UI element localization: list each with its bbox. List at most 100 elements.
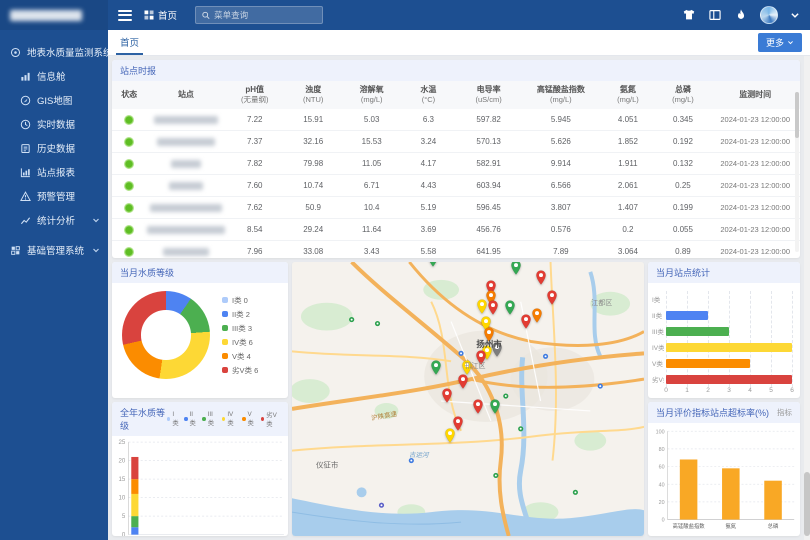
- shirt-icon[interactable]: [682, 8, 696, 22]
- sidebar-section-main[interactable]: 地表水质量监测系统: [0, 40, 108, 64]
- more-button-label: 更多: [766, 36, 784, 49]
- sidebar-item-label: 历史数据: [37, 141, 75, 155]
- dashboard-content: 站点时报 状态站点pH值(无量纲)浊度(NTU)溶解氧(mg/L)水温(°C)电…: [108, 56, 810, 540]
- layout-icon[interactable]: [708, 8, 722, 22]
- hbar-row: 劣V类: [666, 371, 792, 387]
- page-scrollbar[interactable]: [804, 56, 810, 540]
- status-dot: [124, 137, 134, 147]
- menu-search: [195, 6, 323, 24]
- station-pin-orange[interactable]: [484, 327, 495, 342]
- station-pin-red[interactable]: [535, 270, 546, 285]
- legend-item[interactable]: 劣V类 6: [222, 363, 258, 377]
- exceedance-chart: 020406080100高锰酸盐指数氨氮总磷: [648, 423, 800, 536]
- station-pin-red[interactable]: [457, 374, 468, 389]
- sidebar-item-4[interactable]: 历史数据: [0, 136, 108, 160]
- metric-value: 570.13: [456, 137, 521, 146]
- topbar: 首页: [108, 0, 810, 30]
- svg-text:0: 0: [662, 518, 665, 524]
- sidebar-item-7[interactable]: 统计分析: [0, 208, 108, 232]
- sidebar-item-3[interactable]: 实时数据: [0, 112, 108, 136]
- chevron-down-icon: [787, 39, 794, 46]
- metric-value: 7.22: [226, 115, 284, 124]
- legend-item[interactable]: II类: [184, 411, 197, 427]
- legend-item[interactable]: V类: [242, 411, 256, 427]
- annual-quality-panel: 全年水质等级 I类II类III类IV类V类劣V类 051015202512345…: [112, 402, 288, 536]
- user-avatar[interactable]: [760, 6, 778, 24]
- metric-value: 4.17: [401, 159, 456, 168]
- metric-value: 0.576: [521, 225, 600, 234]
- column-header: 电导率(uS/cm): [456, 85, 521, 104]
- metric-value: 4.051: [600, 115, 655, 124]
- legend-item[interactable]: IV类: [222, 411, 237, 427]
- exceedance-link[interactable]: 指标: [777, 407, 792, 418]
- annual-quality-chart: 0510152025123456789101112: [112, 436, 288, 536]
- legend-item[interactable]: IV类 6: [222, 335, 258, 349]
- station-name-redacted: [147, 226, 225, 234]
- sidebar-item-label: GIS地图: [37, 93, 72, 107]
- legend-item[interactable]: 劣V类: [261, 410, 280, 428]
- sidebar-item-2[interactable]: GIS地图: [0, 88, 108, 112]
- breadcrumb[interactable]: 首页: [144, 8, 177, 22]
- hamburger-icon[interactable]: [118, 7, 132, 23]
- station-pin-green[interactable]: [427, 262, 438, 267]
- station-name-redacted: [150, 204, 222, 212]
- legend-item[interactable]: V类 4: [222, 349, 258, 363]
- annual-quality-legend: I类 II类 III类 IV类 V类劣V类: [167, 410, 280, 428]
- app-logo-redacted: [10, 10, 82, 21]
- table-scrollbar[interactable]: [795, 92, 799, 252]
- lower-grid: 当月水质等级 I类 0II类 2III类 3IV类 6V类 4劣V类 6: [112, 262, 806, 536]
- chevron-down-icon: [92, 246, 100, 254]
- table-row: 7.9633.083.435.58641.957.893.0640.892024…: [112, 241, 800, 258]
- sidebar-item-1[interactable]: 信息舱: [0, 64, 108, 88]
- station-pin-green[interactable]: [510, 262, 521, 275]
- column-header: 状态: [112, 90, 146, 100]
- column-header: 溶解氧(mg/L): [342, 85, 400, 104]
- metric-value: 0.192: [655, 137, 710, 146]
- metric-value: 7.89: [521, 247, 600, 256]
- station-pin-red[interactable]: [476, 350, 487, 365]
- station-pin-gray[interactable]: [492, 342, 503, 357]
- status-dot: [124, 181, 134, 191]
- history-icon: [20, 143, 31, 154]
- system-icon: [10, 47, 21, 58]
- station-pin-green[interactable]: [430, 360, 441, 375]
- monthly-station-xaxis: 0123456: [666, 387, 792, 397]
- station-pin-yellow[interactable]: [461, 360, 472, 375]
- station-pin-red[interactable]: [472, 399, 483, 414]
- station-pin-red[interactable]: [441, 388, 452, 403]
- sidebar-item-6[interactable]: 预警管理: [0, 184, 108, 208]
- quality-donut-title: 当月水质等级: [112, 262, 288, 283]
- svg-text:高锰酸盐指数: 高锰酸盐指数: [673, 522, 706, 530]
- station-name-redacted: [154, 116, 218, 124]
- station-pin-yellow[interactable]: [477, 299, 488, 314]
- more-button[interactable]: 更多: [758, 33, 802, 52]
- sidebar-section-base[interactable]: 基础管理系统: [0, 238, 108, 262]
- station-map[interactable]: 扬州市邗江区江都区仪征市沪陕高速古运河: [292, 262, 644, 536]
- legend-item[interactable]: II类 2: [222, 307, 258, 321]
- sidebar-menu: 地表水质量监测系统信息舱 GIS地图实时数据历史数据站点报表预警管理统计分析基础管…: [0, 30, 108, 262]
- tab-home[interactable]: 首页: [116, 30, 143, 55]
- station-pin-green[interactable]: [504, 300, 515, 315]
- legend-item[interactable]: III类: [202, 411, 217, 427]
- legend-item[interactable]: I类: [167, 411, 179, 427]
- station-pin-red[interactable]: [520, 314, 531, 329]
- station-pin-red[interactable]: [487, 300, 498, 315]
- metric-value: 4.43: [401, 181, 456, 190]
- search-input[interactable]: [214, 10, 316, 20]
- flame-icon[interactable]: [734, 8, 748, 22]
- metric-value: 0.2: [600, 225, 655, 234]
- legend-item[interactable]: III类 3: [222, 321, 258, 335]
- legend-item[interactable]: I类 0: [222, 293, 258, 307]
- station-pin-yellow[interactable]: [444, 428, 455, 443]
- chevron-down-icon[interactable]: [790, 10, 800, 20]
- station-pin-orange[interactable]: [532, 308, 543, 323]
- station-pin-red[interactable]: [547, 290, 558, 305]
- metric-value: 5.58: [401, 247, 456, 256]
- exceedance-panel: 当月评价指标站点超标率(%) 指标 020406080100高锰酸盐指数氨氮总磷: [648, 402, 800, 536]
- metric-value: 3.807: [521, 203, 600, 212]
- metric-value: 3.69: [401, 225, 456, 234]
- svg-text:10: 10: [118, 495, 125, 502]
- svg-text:15: 15: [118, 476, 125, 483]
- sidebar-item-5[interactable]: 站点报表: [0, 160, 108, 184]
- station-pin-green[interactable]: [490, 399, 501, 414]
